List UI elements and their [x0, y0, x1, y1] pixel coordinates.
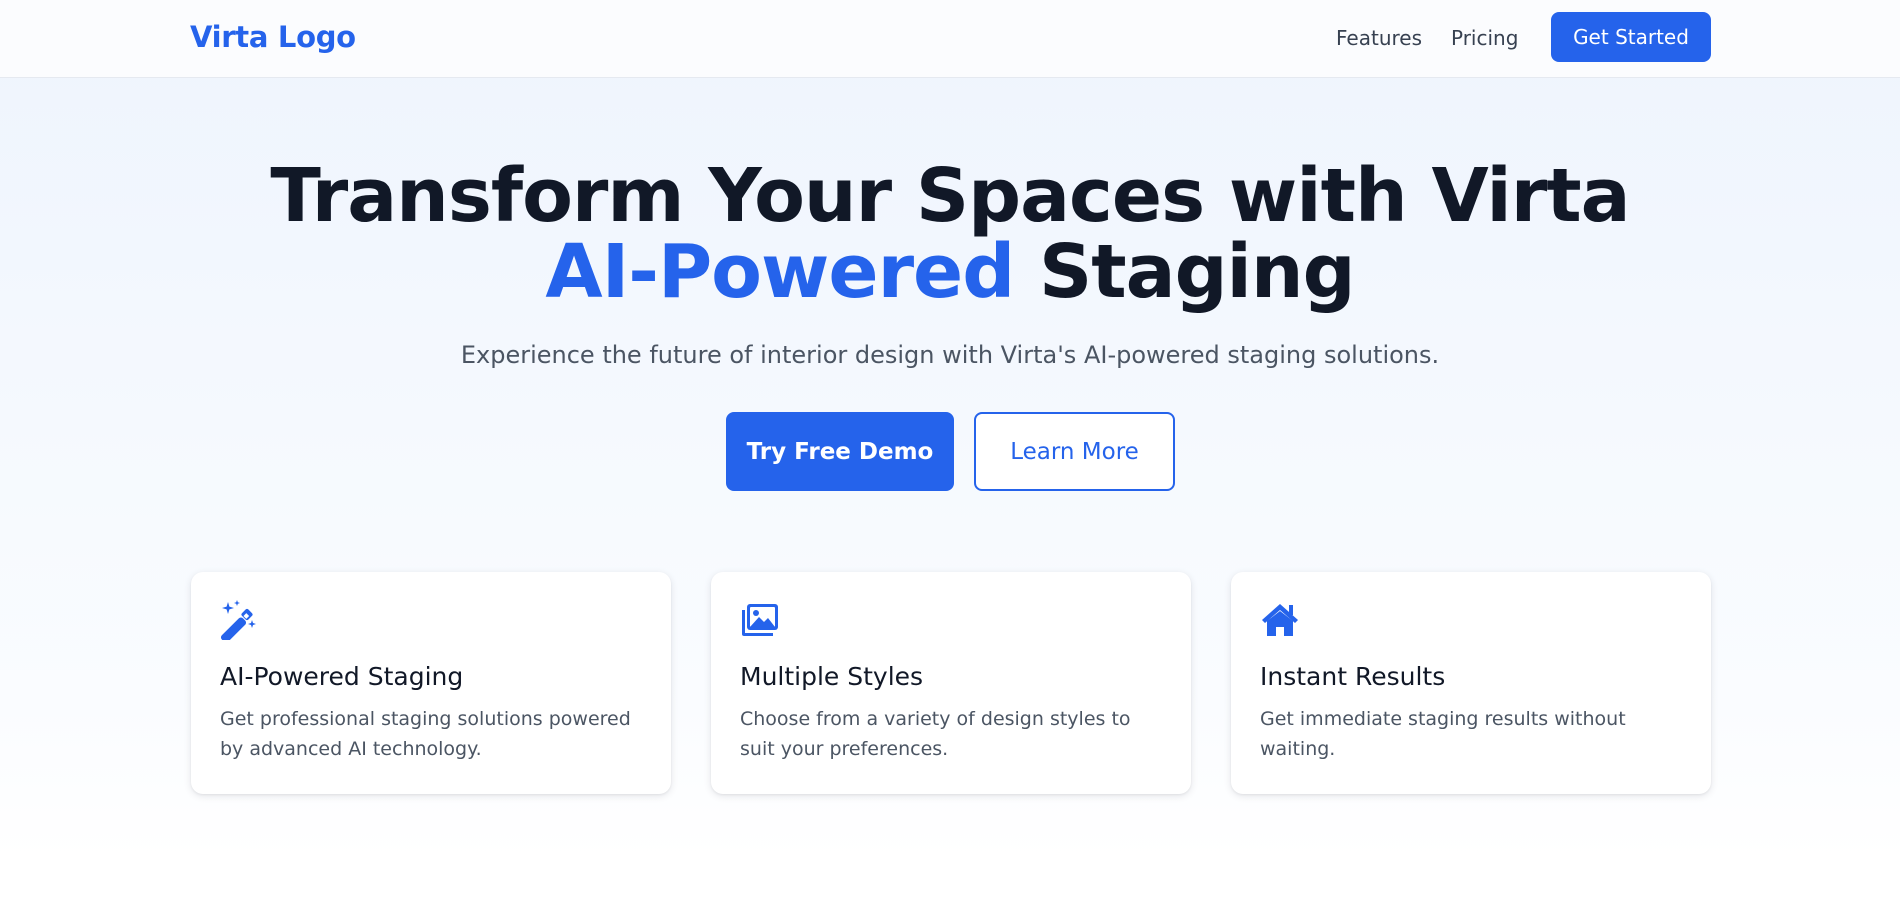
- home-icon: [1262, 604, 1298, 636]
- hero-title-accent: AI-Powered: [545, 229, 1015, 315]
- feature-card-instant-results: Instant Results Get immediate staging re…: [1231, 572, 1711, 794]
- hero-title: Transform Your Spaces with Virta AI-Powe…: [250, 158, 1650, 310]
- hero-title-part2: Staging: [1014, 229, 1356, 315]
- feature-card-title: AI-Powered Staging: [220, 662, 464, 691]
- logo[interactable]: Virta Logo: [190, 20, 356, 54]
- get-started-button[interactable]: Get Started: [1551, 12, 1711, 62]
- page: Virta Logo Features Pricing Get Started …: [0, 0, 1900, 921]
- hero-title-part1: Transform Your Spaces with Virta: [270, 153, 1630, 239]
- feature-card-description: Get immediate staging results without wa…: [1260, 708, 1626, 760]
- feature-card-multiple-styles: Multiple Styles Choose from a variety of…: [711, 572, 1191, 794]
- try-free-demo-button[interactable]: Try Free Demo: [726, 412, 954, 491]
- feature-card-description: Get professional staging solutions power…: [220, 708, 631, 760]
- hero-subtitle: Experience the future of interior design…: [460, 341, 1440, 369]
- nav-link-features[interactable]: Features: [1336, 26, 1422, 50]
- magic-wand-icon: [220, 600, 256, 640]
- feature-card-title: Multiple Styles: [740, 662, 924, 691]
- navbar: Virta Logo Features Pricing Get Started: [0, 0, 1900, 78]
- images-icon: [742, 604, 778, 636]
- nav-link-pricing[interactable]: Pricing: [1451, 26, 1518, 50]
- feature-card-title: Instant Results: [1260, 662, 1446, 691]
- feature-card-description: Choose from a variety of design styles t…: [740, 708, 1131, 760]
- learn-more-button[interactable]: Learn More: [974, 412, 1175, 491]
- feature-card-ai-staging: AI-Powered Staging Get professional stag…: [191, 572, 671, 794]
